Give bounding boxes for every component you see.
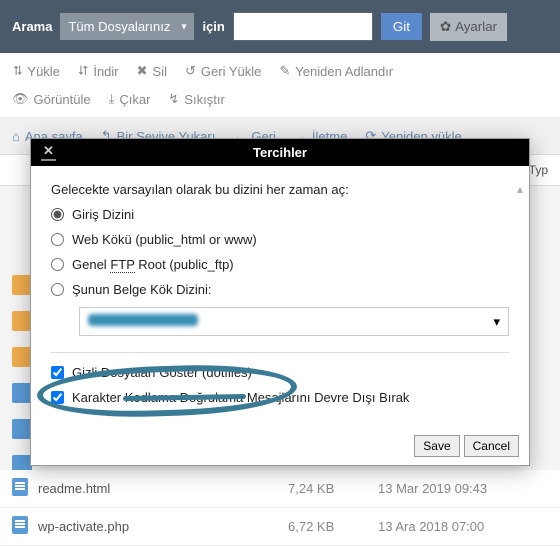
extract-icon: ⤓ (109, 91, 115, 107)
file-date: 13 Ara 2018 07:00 (378, 519, 548, 534)
file-icon (12, 478, 28, 496)
download-icon: ⮃ (78, 63, 88, 79)
checkbox-disable-encoding-check[interactable]: Karakter Kodlama Doğrulama Mesajlarını D… (51, 390, 509, 405)
upload-icon: ⮁ (12, 63, 22, 79)
file-rows-visible: readme.html 7,24 KB 13 Mar 2019 09:43 wp… (0, 470, 560, 546)
file-date: 13 Mar 2019 09:43 (378, 481, 548, 496)
radio-input[interactable] (51, 233, 64, 246)
delete-button[interactable]: ✖Sil (137, 63, 167, 79)
folder-icon (12, 347, 32, 367)
file-icon (12, 419, 32, 439)
table-row[interactable]: wp-activate.php 6,72 KB 13 Ara 2018 07:0… (0, 508, 560, 546)
radio-input[interactable] (51, 208, 64, 221)
download-button[interactable]: ⮃İndir (78, 63, 119, 79)
dialog-footer: Save Cancel (31, 427, 529, 465)
search-label: Arama (12, 19, 52, 34)
restore-button[interactable]: ↺Geri Yükle (185, 63, 261, 79)
view-icon: 👁 (12, 91, 29, 107)
view-button[interactable]: 👁Görüntüle (12, 91, 91, 107)
preferences-dialog: ✕ Tercihler ▴ Gelecekte varsayılan olara… (30, 138, 530, 466)
file-icon (12, 383, 32, 403)
extract-button[interactable]: ⤓Çıkar (109, 91, 151, 107)
search-bar: Arama Tüm Dosyalarınız için Git ✿ Ayarla… (0, 0, 560, 53)
file-rows-behind-modal (12, 275, 32, 475)
checkbox-show-dotfiles[interactable]: Gizli Dosyaları Göster (dotfiles) (51, 365, 509, 380)
radio-ftp-root[interactable]: Genel FTP Root (public_ftp) (51, 257, 509, 272)
rename-button[interactable]: ✎Yeniden Adlandır (279, 63, 393, 79)
compress-icon: ↯ (168, 91, 179, 107)
toolbar: ⮁Yükle ⮃İndir ✖Sil ↺Geri Yükle ✎Yeniden … (0, 53, 560, 118)
go-button[interactable]: Git (381, 13, 422, 40)
radio-home-dir[interactable]: Giriş Dizini (51, 207, 509, 222)
close-icon[interactable]: ✕ (41, 143, 56, 161)
compress-button[interactable]: ↯Sıkıştır (168, 91, 224, 107)
dialog-titlebar: ✕ Tercihler (31, 139, 529, 166)
file-icon (12, 516, 28, 534)
search-input[interactable] (233, 12, 373, 41)
checkbox-input[interactable] (51, 366, 64, 379)
dialog-intro: Gelecekte varsayılan olarak bu dizini he… (51, 182, 509, 197)
select-value-redacted (88, 314, 198, 326)
scope-dropdown-wrap: Tüm Dosyalarınız (60, 13, 194, 40)
radio-doc-root[interactable]: Şunun Belge Kök Dizini: (51, 282, 509, 297)
folder-icon (12, 275, 32, 295)
radio-input[interactable] (51, 258, 64, 271)
file-name: readme.html (38, 481, 288, 496)
divider (51, 352, 509, 353)
home-icon: ⌂ (12, 129, 20, 144)
gear-icon: ✿ (440, 19, 451, 35)
restore-icon: ↺ (185, 63, 196, 79)
file-size: 6,72 KB (288, 519, 378, 534)
chevron-down-icon: ▾ (493, 314, 500, 330)
column-type[interactable]: Typ (529, 163, 548, 177)
folder-icon (12, 311, 32, 331)
dialog-title: Tercihler (253, 145, 307, 160)
docroot-select[interactable]: ▾ (79, 307, 509, 336)
rename-icon: ✎ (279, 63, 290, 79)
delete-icon: ✖ (137, 63, 148, 79)
file-name: wp-activate.php (38, 519, 288, 534)
file-size: 7,24 KB (288, 481, 378, 496)
for-label: için (202, 19, 224, 34)
settings-button[interactable]: ✿ Ayarlar (430, 13, 507, 41)
scope-dropdown[interactable]: Tüm Dosyalarınız (60, 13, 194, 40)
radio-input[interactable] (51, 283, 64, 296)
checkbox-input[interactable] (51, 391, 64, 404)
table-row[interactable]: readme.html 7,24 KB 13 Mar 2019 09:43 (0, 470, 560, 508)
radio-web-root[interactable]: Web Kökü (public_html or www) (51, 232, 509, 247)
cancel-button[interactable]: Cancel (464, 435, 519, 457)
upload-button[interactable]: ⮁Yükle (12, 63, 60, 79)
scroll-up-icon[interactable]: ▴ (517, 182, 523, 196)
save-button[interactable]: Save (414, 435, 459, 457)
